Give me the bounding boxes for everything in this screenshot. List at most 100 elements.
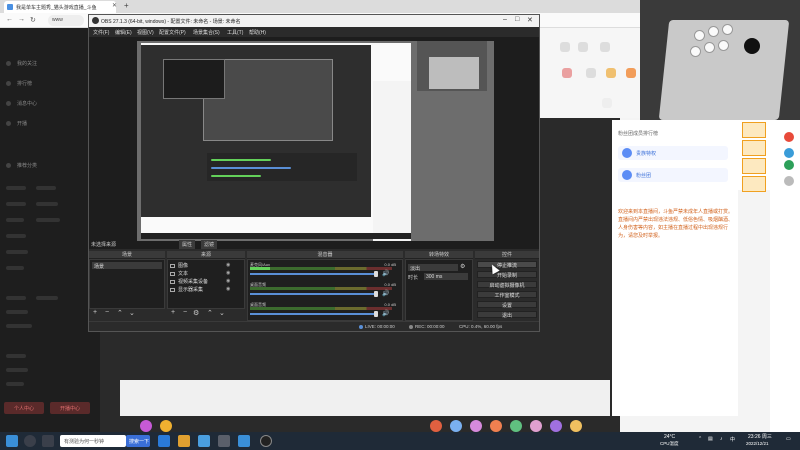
move-up-icon[interactable]: ⌃ (207, 309, 213, 317)
file-explorer-icon[interactable] (178, 435, 190, 447)
app-icon[interactable] (784, 160, 794, 170)
menu-profile[interactable]: 配置文件(P) (159, 29, 186, 36)
back-icon[interactable]: ← (6, 16, 13, 23)
source-settings-icon[interactable]: ⚙ (193, 309, 199, 317)
promo-badge[interactable] (742, 158, 766, 174)
edge-browser-icon[interactable] (158, 435, 170, 447)
visibility-icon[interactable]: ◉ (226, 278, 230, 284)
windows-start-icon[interactable] (6, 435, 18, 447)
sidebar-item-follow[interactable]: 我的关注 (6, 60, 37, 67)
store-icon[interactable] (198, 435, 210, 447)
url-field[interactable]: www (48, 15, 84, 26)
gift-icon[interactable] (550, 420, 562, 432)
gift-icon[interactable] (490, 420, 502, 432)
scene-item[interactable]: 场景 (92, 262, 162, 270)
office-icon[interactable] (784, 132, 794, 142)
minimize-icon[interactable]: – (503, 16, 507, 23)
promo-badge[interactable] (742, 122, 766, 138)
task-view-icon[interactable] (42, 435, 54, 447)
sidebar-item-category[interactable]: 推荐分类 (6, 162, 37, 169)
upload-icon[interactable] (600, 42, 610, 52)
add-icon[interactable] (784, 176, 794, 186)
remove-scene-icon[interactable]: − (105, 309, 109, 316)
obs-preview[interactable] (89, 37, 539, 249)
fan-club-card[interactable]: 粉丝团 (618, 168, 728, 182)
edge-icon[interactable] (784, 148, 794, 158)
fish-icon[interactable] (562, 68, 572, 78)
obs-taskbar-icon[interactable] (260, 435, 272, 447)
virtual-camera-button[interactable]: 启动虚拟摄像机 (477, 281, 537, 289)
gift-icon[interactable] (450, 420, 462, 432)
network-icon[interactable]: ▤ (708, 436, 713, 442)
browser-tab[interactable]: 我是单车主题秀_猫头游戏直播_斗鱼 (4, 1, 116, 13)
filters-button[interactable]: 滤镜 (201, 240, 218, 249)
stop-streaming-button[interactable]: 停止推流 (477, 261, 537, 269)
gift-icon[interactable] (140, 420, 152, 432)
mail-icon[interactable] (218, 435, 230, 447)
source-item[interactable]: 图像 ◉ (170, 262, 242, 269)
move-down-icon[interactable]: ⌄ (219, 309, 225, 317)
gift-icon[interactable] (430, 420, 442, 432)
history-icon[interactable] (578, 42, 588, 52)
star-icon[interactable] (606, 68, 616, 78)
gift-icon[interactable] (530, 420, 542, 432)
volume-slider[interactable] (250, 293, 378, 295)
menu-scene-collection[interactable]: 场景集合(S) (193, 29, 220, 36)
visibility-icon[interactable]: ◉ (226, 270, 230, 276)
menu-file[interactable]: 文件(F) (93, 29, 109, 36)
move-up-icon[interactable]: ⌃ (117, 309, 123, 317)
broadcast-center-button[interactable]: 开播中心 (50, 402, 90, 414)
speaker-icon[interactable]: 🔊 (382, 270, 389, 277)
new-tab-icon[interactable]: + (124, 1, 129, 10)
close-icon[interactable]: ✕ (527, 16, 533, 24)
sidebar-item-rank[interactable]: 排行榜 (6, 80, 32, 87)
add-source-icon[interactable]: + (171, 309, 175, 316)
gift-icon[interactable] (570, 420, 582, 432)
privilege-card[interactable]: 贵族特权 (618, 146, 728, 160)
menu-edit[interactable]: 编辑(E) (115, 29, 132, 36)
properties-button[interactable]: 属性 (179, 240, 196, 249)
tray-arrow-icon[interactable]: ⌃ (698, 436, 702, 442)
promo-badge[interactable] (742, 140, 766, 156)
volume-slider[interactable] (250, 313, 378, 315)
exit-button[interactable]: 退出 (477, 311, 537, 319)
start-recording-button[interactable]: 开始录制 (477, 271, 537, 279)
sidebar-item-messages[interactable]: 消息中心 (6, 100, 37, 107)
transition-settings-icon[interactable]: ⚙ (460, 263, 465, 270)
source-item[interactable]: 显示器采集 ◉ (170, 286, 242, 293)
maximize-icon[interactable]: □ (515, 16, 519, 23)
source-item[interactable]: 文本 ◉ (170, 270, 242, 277)
settings-button[interactable]: 设置 (477, 301, 537, 309)
taskbar-search-input[interactable]: 有测验为何一秒钟 (60, 435, 126, 447)
speaker-icon[interactable]: 🔊 (382, 310, 389, 317)
notification-icon[interactable]: ▭ (786, 436, 791, 442)
taskbar-search-button[interactable]: 搜索一下 (126, 435, 150, 447)
ime-icon[interactable]: 中 (730, 436, 735, 443)
volume-handle[interactable] (374, 271, 378, 277)
user-center-button[interactable]: 个人中心 (4, 402, 44, 414)
visibility-icon[interactable]: ◉ (226, 286, 230, 292)
speaker-icon[interactable]: 🔊 (382, 290, 389, 297)
search-icon[interactable] (24, 435, 36, 447)
volume-handle[interactable] (374, 291, 378, 297)
report-icon[interactable] (626, 68, 636, 78)
more-icon[interactable] (602, 98, 612, 108)
gift-icon[interactable] (510, 420, 522, 432)
remove-source-icon[interactable]: − (183, 309, 187, 316)
promo-badge[interactable] (742, 176, 766, 192)
share-icon[interactable] (586, 68, 596, 78)
menu-view[interactable]: 视图(V) (137, 29, 154, 36)
gift-icon[interactable] (470, 420, 482, 432)
volume-icon[interactable]: ♪ (720, 436, 723, 442)
gift-icon[interactable] (160, 420, 172, 432)
menu-help[interactable]: 帮助(H) (249, 29, 266, 36)
reload-icon[interactable]: ↻ (30, 16, 36, 24)
sidebar-item-broadcast[interactable]: 开播 (6, 120, 27, 127)
add-scene-icon[interactable]: + (93, 309, 97, 316)
duration-input[interactable]: 300 ms (424, 273, 468, 280)
studio-mode-button[interactable]: 工作室模式 (477, 291, 537, 299)
visibility-icon[interactable]: ◉ (226, 262, 230, 268)
source-item[interactable]: 视频采集设备 ◉ (170, 278, 242, 285)
volume-handle[interactable] (374, 311, 378, 317)
app-icon[interactable] (238, 435, 250, 447)
